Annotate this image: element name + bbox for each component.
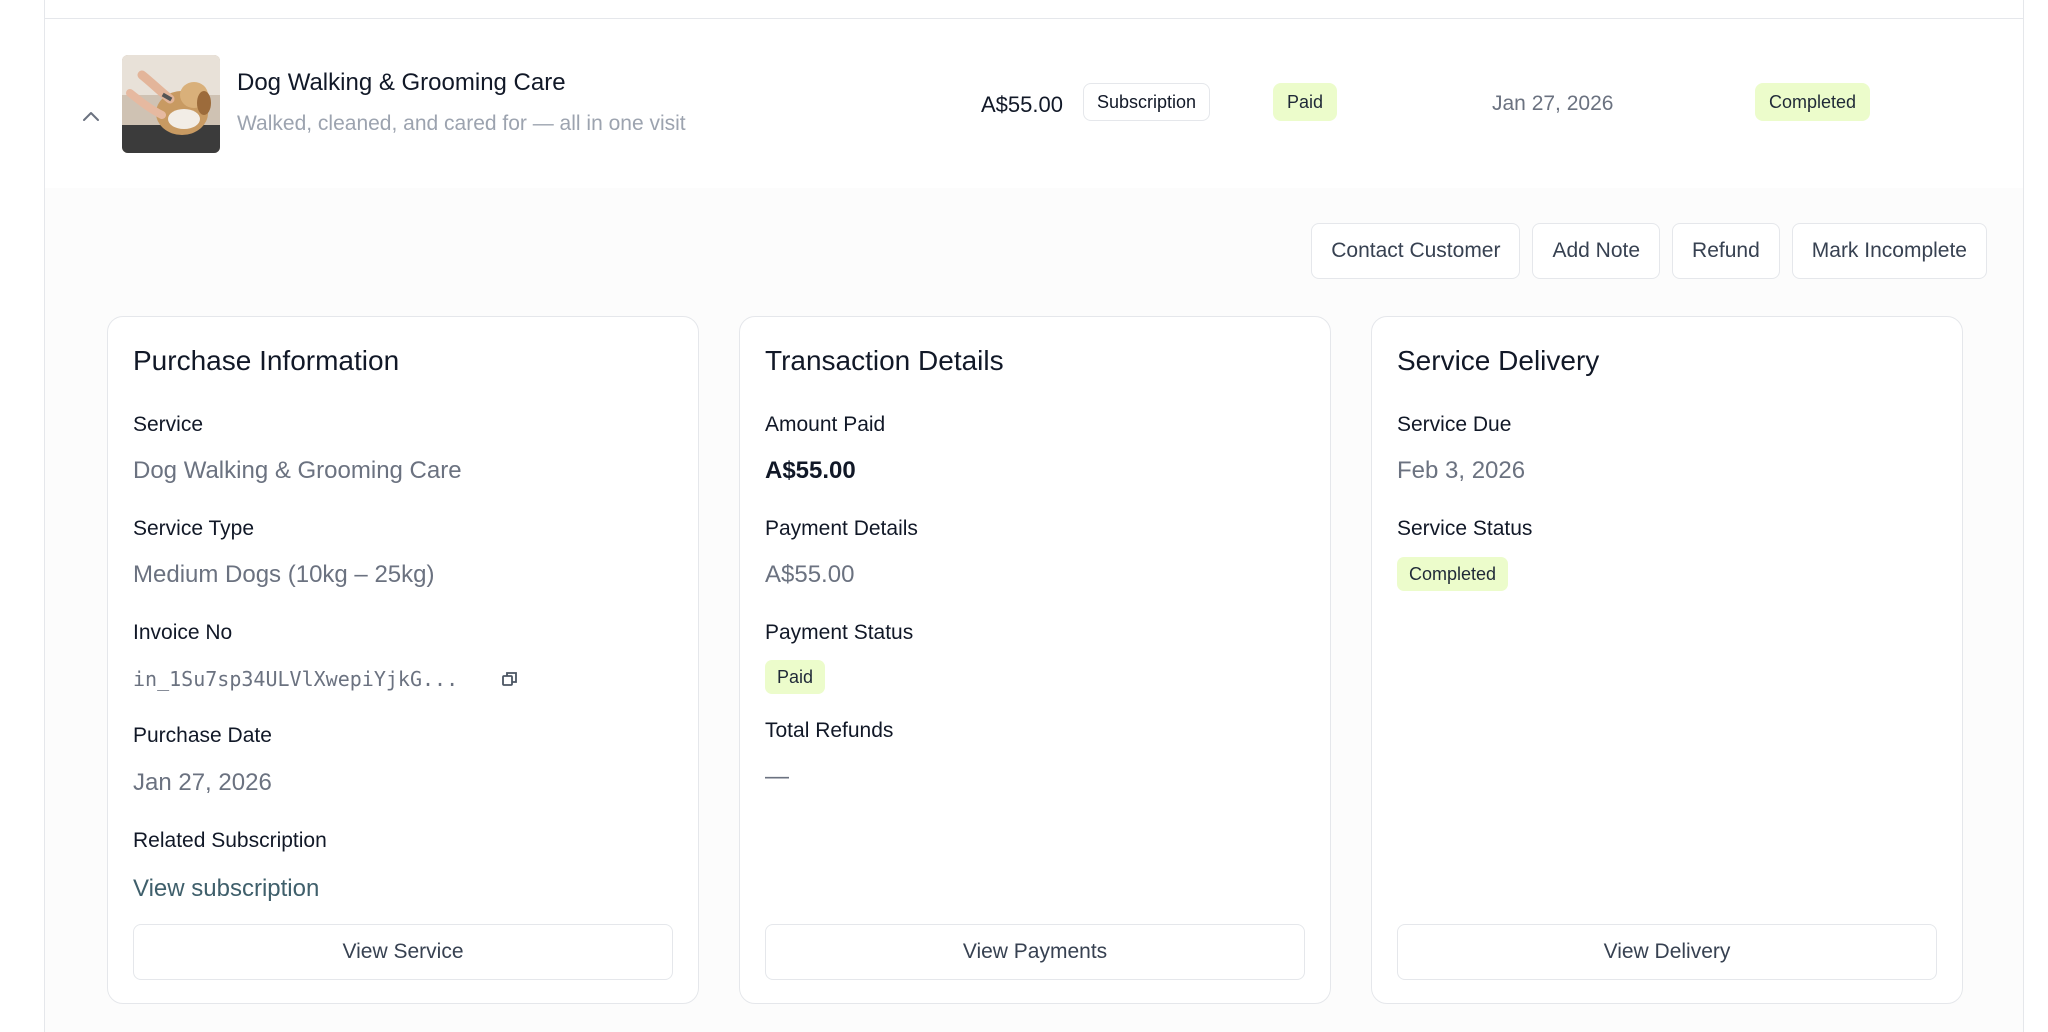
purchase-date-label: Purchase Date xyxy=(133,724,272,747)
service-value: Dog Walking & Grooming Care xyxy=(133,457,462,484)
card-title: Purchase Information xyxy=(133,345,400,376)
amount-paid-label: Amount Paid xyxy=(765,413,886,436)
payment-details-label: Payment Details xyxy=(765,517,918,540)
view-payments-button[interactable]: View Payments xyxy=(765,924,1305,980)
service-type-label: Service Type xyxy=(133,517,255,540)
chevron-up-icon[interactable] xyxy=(80,105,102,127)
order-row[interactable]: Dog Walking & Grooming Care Walked, clea… xyxy=(45,19,2023,188)
copy-icon[interactable] xyxy=(500,669,520,689)
payment-details-value: A$55.00 xyxy=(765,561,855,588)
subscription-badge: Subscription xyxy=(1083,83,1211,121)
card-title: Transaction Details xyxy=(765,345,1004,376)
view-delivery-button[interactable]: View Delivery xyxy=(1397,924,1937,980)
service-status-label: Service Status xyxy=(1397,517,1533,540)
purchase-information-card: Purchase Information Service Dog Walking… xyxy=(107,316,699,1004)
service-status-badge: Completed xyxy=(1397,557,1509,591)
invoice-label: Invoice No xyxy=(133,621,233,644)
service-due-label: Service Due xyxy=(1397,413,1512,436)
action-bar: Contact Customer Add Note Refund Mark In… xyxy=(1311,223,1987,279)
order-price: A$55.00 xyxy=(981,92,1063,117)
view-service-button[interactable]: View Service xyxy=(133,924,673,980)
view-subscription-link[interactable]: View subscription xyxy=(133,875,319,903)
total-refunds-label: Total Refunds xyxy=(765,719,894,742)
service-title: Dog Walking & Grooming Care xyxy=(237,69,566,96)
service-type-value: Medium Dogs (10kg – 25kg) xyxy=(133,561,435,588)
service-thumbnail xyxy=(122,55,220,153)
order-list-frame: Dog Walking & Grooming Care Walked, clea… xyxy=(44,0,2024,1032)
payment-status-label: Payment Status xyxy=(765,621,914,644)
mark-incomplete-button[interactable]: Mark Incomplete xyxy=(1791,223,1987,279)
service-label: Service xyxy=(133,413,204,436)
transaction-details-card: Transaction Details Amount Paid A$55.00 … xyxy=(739,316,1331,1004)
total-refunds-value: — xyxy=(765,763,789,790)
service-delivery-card: Service Delivery Service Due Feb 3, 2026… xyxy=(1371,316,1963,1004)
add-note-button[interactable]: Add Note xyxy=(1532,223,1661,279)
related-subscription-label: Related Subscription xyxy=(133,829,327,852)
order-status-badge: Completed xyxy=(1755,83,1871,121)
contact-customer-button[interactable]: Contact Customer xyxy=(1311,223,1521,279)
card-title: Service Delivery xyxy=(1397,345,1600,376)
service-due-value: Feb 3, 2026 xyxy=(1397,457,1526,484)
order-date: Jan 27, 2026 xyxy=(1492,92,1614,115)
amount-paid-value: A$55.00 xyxy=(765,457,856,484)
service-subtitle: Walked, cleaned, and cared for — all in … xyxy=(237,112,686,135)
order-detail-panel: Contact Customer Add Note Refund Mark In… xyxy=(45,188,2023,1032)
purchase-date-value: Jan 27, 2026 xyxy=(133,769,272,796)
payment-status-badge: Paid xyxy=(1273,83,1338,121)
payment-status-badge: Paid xyxy=(765,660,826,694)
invoice-value: in_1Su7sp34ULVlXwepiYjkG... xyxy=(133,667,459,691)
refund-button[interactable]: Refund xyxy=(1672,223,1780,279)
